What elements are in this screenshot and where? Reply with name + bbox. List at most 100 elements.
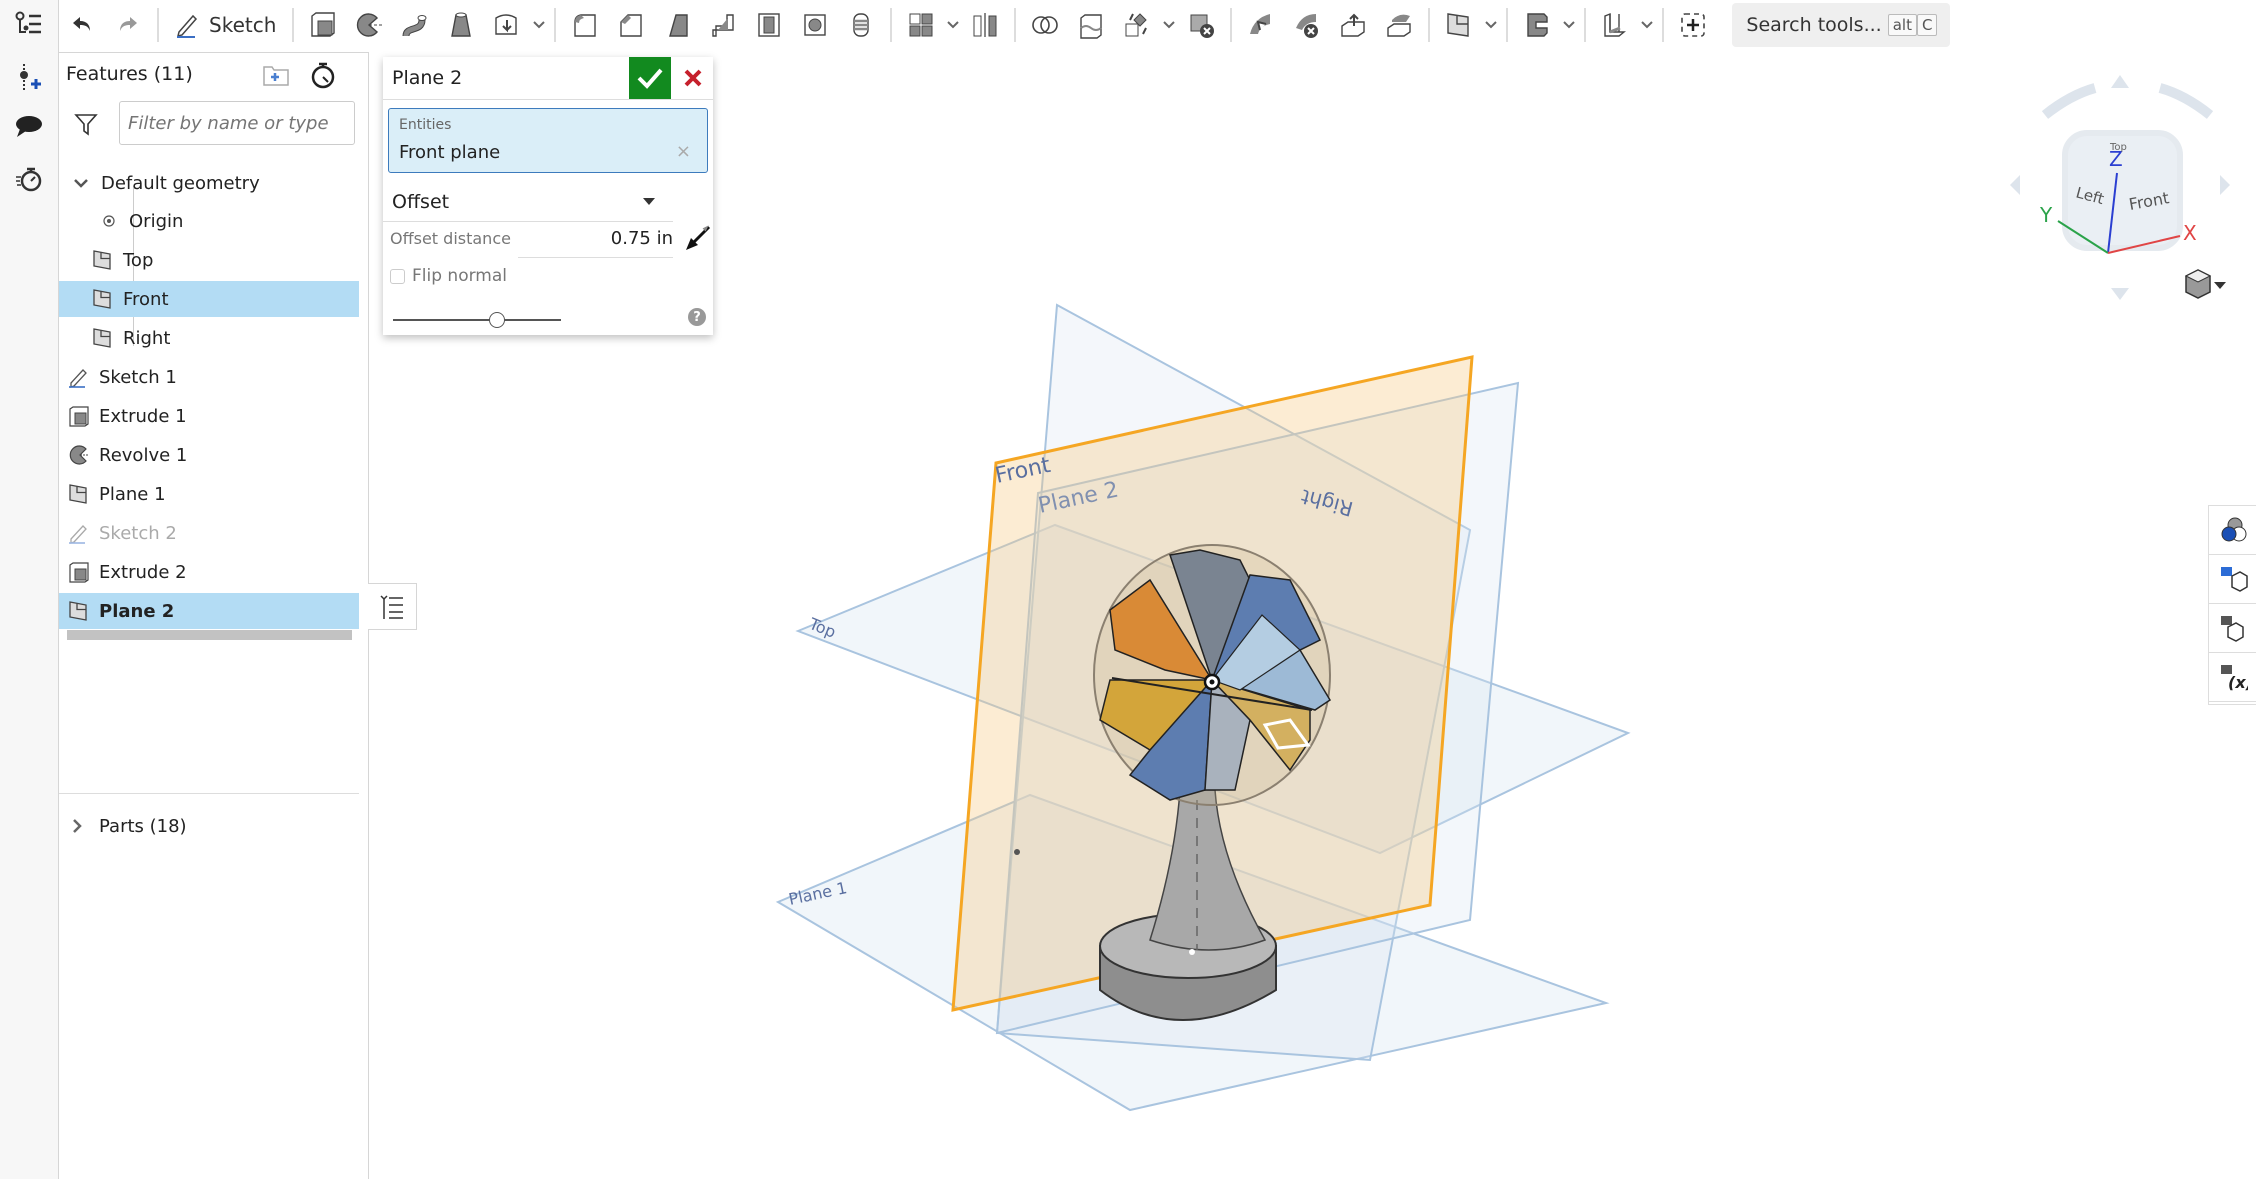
feature-item-sketch-1[interactable]: Sketch 1: [59, 359, 359, 395]
feature-item-right[interactable]: Right: [59, 320, 359, 356]
appearance-panel-button[interactable]: [2209, 506, 2256, 555]
feature-item-top[interactable]: Top: [59, 242, 359, 278]
bom-panel-button[interactable]: [2209, 555, 2256, 604]
clear-selection-icon[interactable]: ×: [676, 141, 691, 162]
feature-item-extrude-2[interactable]: Extrude 2: [59, 554, 359, 590]
plane-icon[interactable]: [1436, 2, 1482, 48]
feature-item-origin[interactable]: Origin: [59, 203, 359, 239]
fillet-icon[interactable]: [562, 2, 608, 48]
offset-distance-label: Offset distance: [390, 229, 511, 248]
entities-label: Entities: [399, 117, 451, 133]
feature-item-revolve-1[interactable]: Revolve 1: [59, 437, 359, 473]
toolbar-separator: [890, 8, 892, 42]
add-mate-connector-icon[interactable]: [12, 60, 46, 94]
mirror-icon[interactable]: [962, 2, 1008, 48]
chevron-down-icon[interactable]: [944, 2, 962, 48]
boolean-icon[interactable]: [1022, 2, 1068, 48]
comments-icon[interactable]: [12, 110, 46, 144]
plane-feature-dialog: Plane 2 Entities Front plane × Offset Of…: [383, 57, 713, 335]
feature-label: Right: [123, 328, 170, 349]
feature-item-plane-1[interactable]: Plane 1: [59, 476, 359, 512]
view-cube[interactable]: Left Front Top Z Y X: [2010, 75, 2230, 300]
feature-label: Origin: [129, 211, 183, 232]
toolbar-separator: [1584, 8, 1586, 42]
fill-icon[interactable]: [1376, 2, 1422, 48]
revolve-icon[interactable]: [346, 2, 392, 48]
redo-button[interactable]: [105, 2, 151, 48]
sketch-icon: [67, 365, 91, 389]
plane-icon: [91, 326, 115, 350]
thread-icon[interactable]: [838, 2, 884, 48]
search-tools-button[interactable]: Search tools... alt C: [1732, 3, 1950, 47]
plane-type-value: Offset: [392, 191, 449, 213]
chevron-down-icon[interactable]: [73, 175, 89, 191]
feature-item-front[interactable]: Front: [59, 281, 359, 317]
model-part-flower: [1094, 545, 1330, 805]
chamfer-icon[interactable]: [608, 2, 654, 48]
frame-icon[interactable]: [1592, 2, 1638, 48]
entities-field[interactable]: Entities Front plane ×: [388, 108, 708, 173]
add-folder-icon[interactable]: [262, 63, 290, 91]
sketch-button[interactable]: Sketch: [165, 2, 286, 48]
flip-direction-icon[interactable]: [683, 225, 711, 257]
accept-button[interactable]: [629, 57, 671, 99]
hole-icon[interactable]: [792, 2, 838, 48]
performance-icon[interactable]: [12, 162, 46, 196]
view-options-button[interactable]: [2186, 270, 2226, 298]
filter-icon[interactable]: [73, 111, 99, 141]
axis-x: X: [2183, 221, 2197, 245]
extrude-icon[interactable]: [300, 2, 346, 48]
origin-icon: [97, 209, 121, 233]
plane-type-select[interactable]: Offset: [383, 182, 673, 222]
feature-item-sketch-2[interactable]: Sketch 2: [59, 515, 359, 551]
chevron-down-icon[interactable]: [1638, 2, 1656, 48]
search-tools-label: Search tools...: [1746, 14, 1881, 36]
svg-text:(x): (x): [2228, 673, 2248, 692]
chevron-down-icon[interactable]: [1160, 2, 1178, 48]
flip-normal-checkbox[interactable]: [390, 269, 405, 284]
loft-icon[interactable]: [438, 2, 484, 48]
sweep-icon[interactable]: [392, 2, 438, 48]
axis-z: Z: [2109, 147, 2123, 171]
thicken-icon[interactable]: [484, 2, 530, 48]
delete-face-icon[interactable]: [1284, 2, 1330, 48]
transform-icon[interactable]: [1114, 2, 1160, 48]
move-face-icon[interactable]: [1238, 2, 1284, 48]
default-geometry-group[interactable]: Default geometry: [59, 165, 359, 201]
toolbar-separator: [554, 8, 556, 42]
feature-item-extrude-1[interactable]: Extrude 1: [59, 398, 359, 434]
feature-list-panel: Features (11) Default geometry OriginTop…: [59, 52, 369, 1179]
offset-distance-input[interactable]: 0.75 in: [518, 222, 673, 258]
rib-icon[interactable]: [700, 2, 746, 48]
toolbar: Sketch Search tools... alt C: [59, 0, 2256, 50]
delete-part-icon[interactable]: [1178, 2, 1224, 48]
chevron-down-icon[interactable]: [1560, 2, 1578, 48]
pattern-icon[interactable]: [898, 2, 944, 48]
undo-button[interactable]: [59, 2, 105, 48]
insert-icon[interactable]: [1670, 2, 1716, 48]
chevron-down-icon[interactable]: [1482, 2, 1500, 48]
offset-surface-icon[interactable]: [1330, 2, 1376, 48]
feature-tools: [300, 2, 1716, 48]
sheet-metal-icon[interactable]: [1514, 2, 1560, 48]
variables-panel-button[interactable]: (x): [2209, 653, 2256, 702]
chevron-right-icon[interactable]: [69, 818, 85, 834]
feature-label: Plane 2: [99, 601, 174, 622]
feature-tree-icon[interactable]: [12, 8, 46, 42]
shell-icon[interactable]: [746, 2, 792, 48]
feature-label: Front: [123, 289, 169, 310]
feature-item-plane-2[interactable]: Plane 2: [59, 593, 359, 629]
draft-icon[interactable]: [654, 2, 700, 48]
rollback-timer-icon[interactable]: [309, 61, 337, 93]
slider-handle[interactable]: [489, 312, 505, 328]
help-icon[interactable]: ?: [688, 308, 706, 326]
cancel-button[interactable]: [673, 57, 713, 99]
configuration-panel-button[interactable]: [2209, 604, 2256, 653]
chevron-down-icon[interactable]: [530, 2, 548, 48]
split-icon[interactable]: [1068, 2, 1114, 48]
rollback-bar[interactable]: [67, 630, 352, 640]
slider-track[interactable]: [393, 319, 561, 321]
parts-group[interactable]: Parts (18): [59, 808, 359, 844]
filter-input[interactable]: [119, 101, 355, 145]
appearance-icon: [2218, 515, 2248, 545]
